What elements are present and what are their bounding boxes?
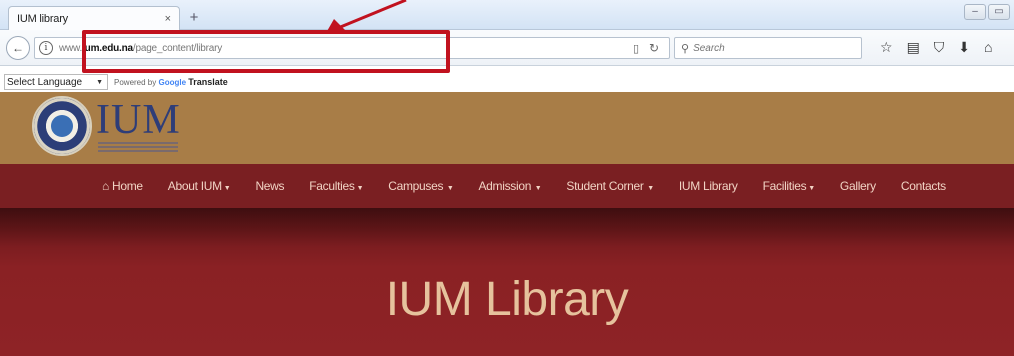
annotation-arrow-icon [326,0,407,33]
browser-tab-strip: IUM library × + – ▭ [0,0,1014,30]
nav-admission[interactable]: Admission ▼ [478,179,541,193]
globe-icon [51,115,73,137]
maximize-icon[interactable]: ▭ [988,4,1010,20]
bookmark-star-icon[interactable]: ☆ [880,39,893,56]
minimize-icon[interactable]: – [964,4,986,20]
reader-icon[interactable]: ▯ [633,42,639,55]
nav-news[interactable]: News [255,179,284,193]
chevron-down-icon: ▼ [445,185,454,192]
new-tab-button[interactable]: + [184,8,204,28]
tab-title: IUM library [17,12,68,25]
home-icon: ⌂ [102,179,112,193]
nav-gallery[interactable]: Gallery [840,179,876,193]
search-input[interactable] [693,42,844,54]
nav-facilities[interactable]: Facilities ▼ [763,179,816,193]
nav-home[interactable]: ⌂ Home [102,179,143,193]
page-title: IUM Library [385,273,629,326]
nav-about[interactable]: About IUM ▼ [168,179,231,193]
back-button[interactable]: ← [6,36,30,60]
toolbar-icons: ☆ ▤ ⛉ ⬇ ⌂ [880,39,993,56]
chevron-down-icon: ▼ [808,185,815,192]
nav-campuses[interactable]: Campuses ▼ [388,179,454,193]
translate-bar: Select Language ▼ Powered by Google Tran… [0,72,1014,92]
site-header: IUM [0,92,1014,164]
chevron-down-icon: ▼ [96,78,103,86]
downloads-icon[interactable]: ⬇ [958,39,970,56]
hero-banner: IUM Library [0,208,1014,356]
logo-subtitle-lines [98,142,178,152]
reload-icon[interactable]: ↻ [649,41,659,55]
site-logo[interactable]: IUM [96,98,181,142]
chevron-down-icon: ▼ [356,185,364,192]
back-arrow-icon: ← [12,41,24,55]
tab-close-icon[interactable]: × [165,13,171,25]
browser-tab[interactable]: IUM library × [8,6,180,30]
url-highlight-box [82,30,450,73]
nav-faculties[interactable]: Faculties ▼ [309,179,363,193]
powered-by-google: Powered by Google Translate [114,77,228,87]
search-box[interactable]: ⚲ [674,37,862,59]
search-icon: ⚲ [681,42,690,55]
main-navigation: ⌂ Home About IUM ▼ News Faculties ▼ Campus… [0,164,1014,208]
chevron-down-icon: ▼ [645,185,654,192]
chevron-down-icon: ▼ [223,185,231,192]
window-controls: – ▭ [964,4,1010,20]
language-select-label: Select Language [7,76,83,88]
bookmarks-list-icon[interactable]: ▤ [907,39,920,56]
nav-student-corner[interactable]: Student Corner ▼ [566,179,654,193]
nav-ium-library[interactable]: IUM Library [679,179,738,193]
language-select[interactable]: Select Language ▼ [4,74,108,90]
home-icon[interactable]: ⌂ [984,39,992,56]
site-info-icon[interactable]: i [39,41,53,55]
chevron-down-icon: ▼ [533,185,542,192]
pocket-icon[interactable]: ⛉ [934,39,945,56]
nav-contacts[interactable]: Contacts [901,179,946,193]
university-seal-icon[interactable] [32,96,92,156]
